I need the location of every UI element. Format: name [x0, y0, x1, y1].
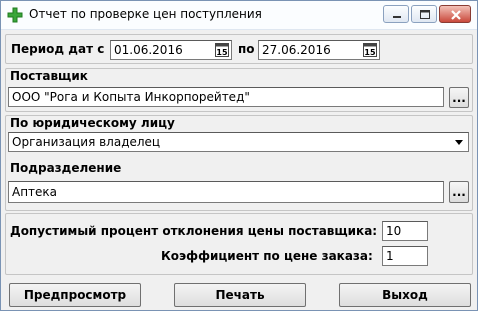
minimize-icon: [393, 16, 401, 18]
print-button[interactable]: Печать: [174, 283, 306, 307]
legal-entity-group: По юридическому лицу Организация владеле…: [5, 115, 473, 211]
parameters-group: Допустимый процент отклонения цены поста…: [5, 213, 473, 275]
coefficient-value: 1: [386, 249, 394, 263]
exit-button[interactable]: Выход: [339, 283, 471, 307]
date-from-field[interactable]: 01.06.2016 15: [110, 40, 232, 60]
supplier-value: ООО "Рога и Копыта Инкорпорейтед": [12, 90, 250, 104]
title-bar[interactable]: Отчет по проверке цен поступления: [1, 1, 477, 30]
date-to-field[interactable]: 27.06.2016 15: [258, 40, 380, 60]
close-icon: [451, 10, 461, 20]
deviation-label: Допустимый процент отклонения цены поста…: [10, 224, 378, 238]
maximize-icon: [420, 10, 430, 19]
legal-entity-value: Организация владелец: [12, 135, 161, 149]
deviation-input[interactable]: 10: [382, 221, 428, 241]
period-label: Период дат с: [11, 42, 105, 56]
deviation-value: 10: [386, 224, 402, 238]
supplier-group: Поставщик ООО "Рога и Копыта Инкорпорейт…: [5, 68, 473, 112]
minimize-button[interactable]: [383, 5, 409, 23]
period-to-label: по: [238, 42, 255, 56]
report-window: Отчет по проверке цен поступления Период…: [0, 0, 478, 311]
coefficient-label: Коэффициент по цене заказа:: [161, 249, 373, 263]
maximize-button[interactable]: [411, 5, 437, 23]
close-button[interactable]: [439, 5, 471, 23]
supplier-label: Поставщик: [10, 69, 88, 83]
legal-entity-select[interactable]: Организация владелец: [8, 132, 469, 152]
svg-text:15: 15: [216, 48, 228, 57]
window-title: Отчет по проверке цен поступления: [29, 7, 262, 21]
coefficient-input[interactable]: 1: [382, 246, 428, 266]
division-field[interactable]: Аптека: [8, 181, 444, 203]
supplier-field[interactable]: ООО "Рога и Копыта Инкорпорейтед": [8, 87, 444, 107]
supplier-browse-button[interactable]: ...: [449, 87, 469, 108]
calendar-icon[interactable]: 15: [363, 43, 377, 57]
svg-text:15: 15: [364, 48, 376, 57]
division-label: Подразделение: [10, 161, 122, 175]
calendar-icon[interactable]: 15: [215, 43, 229, 57]
preview-button[interactable]: Предпросмотр: [9, 283, 141, 307]
division-value: Аптека: [12, 185, 58, 199]
date-from-value: 01.06.2016: [114, 43, 183, 57]
chevron-down-icon[interactable]: [451, 134, 467, 150]
division-browse-button[interactable]: ...: [449, 181, 469, 203]
plus-cross-icon: [7, 7, 23, 23]
date-to-value: 27.06.2016: [262, 43, 331, 57]
period-group: Период дат с 01.06.2016 15 по 27.06.2016…: [5, 34, 473, 64]
legal-entity-label: По юридическому лицу: [10, 116, 175, 130]
